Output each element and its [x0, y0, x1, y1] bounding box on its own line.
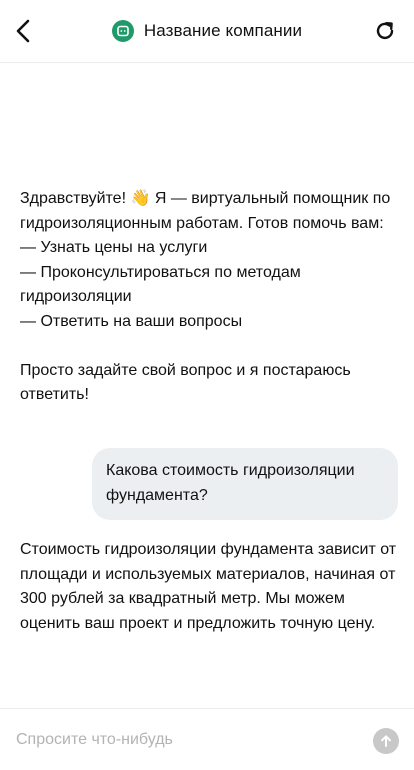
chat-header: Название компании: [0, 0, 414, 63]
bot-message: Здравствуйте! 👋 Я — виртуальный помощник…: [20, 190, 391, 403]
arrow-up-icon: [381, 735, 391, 747]
company-name: Название компании: [143, 21, 303, 40]
bot-message: Стоимость гидроизоляции фундамента завис…: [20, 541, 397, 632]
user-message: Какова стоимость гидроизоляции фундамент…: [92, 448, 398, 520]
send-button[interactable]: [373, 728, 399, 754]
chat-bot-logo-icon: [111, 20, 134, 42]
chat-messages[interactable]: Здравствуйте! 👋 Я — виртуальный помощник…: [0, 63, 414, 708]
composer: [0, 708, 414, 770]
refresh-button[interactable]: [368, 14, 402, 48]
refresh-icon: [376, 22, 394, 40]
header-title: Название компании: [0, 18, 414, 44]
message-input[interactable]: [16, 726, 346, 754]
